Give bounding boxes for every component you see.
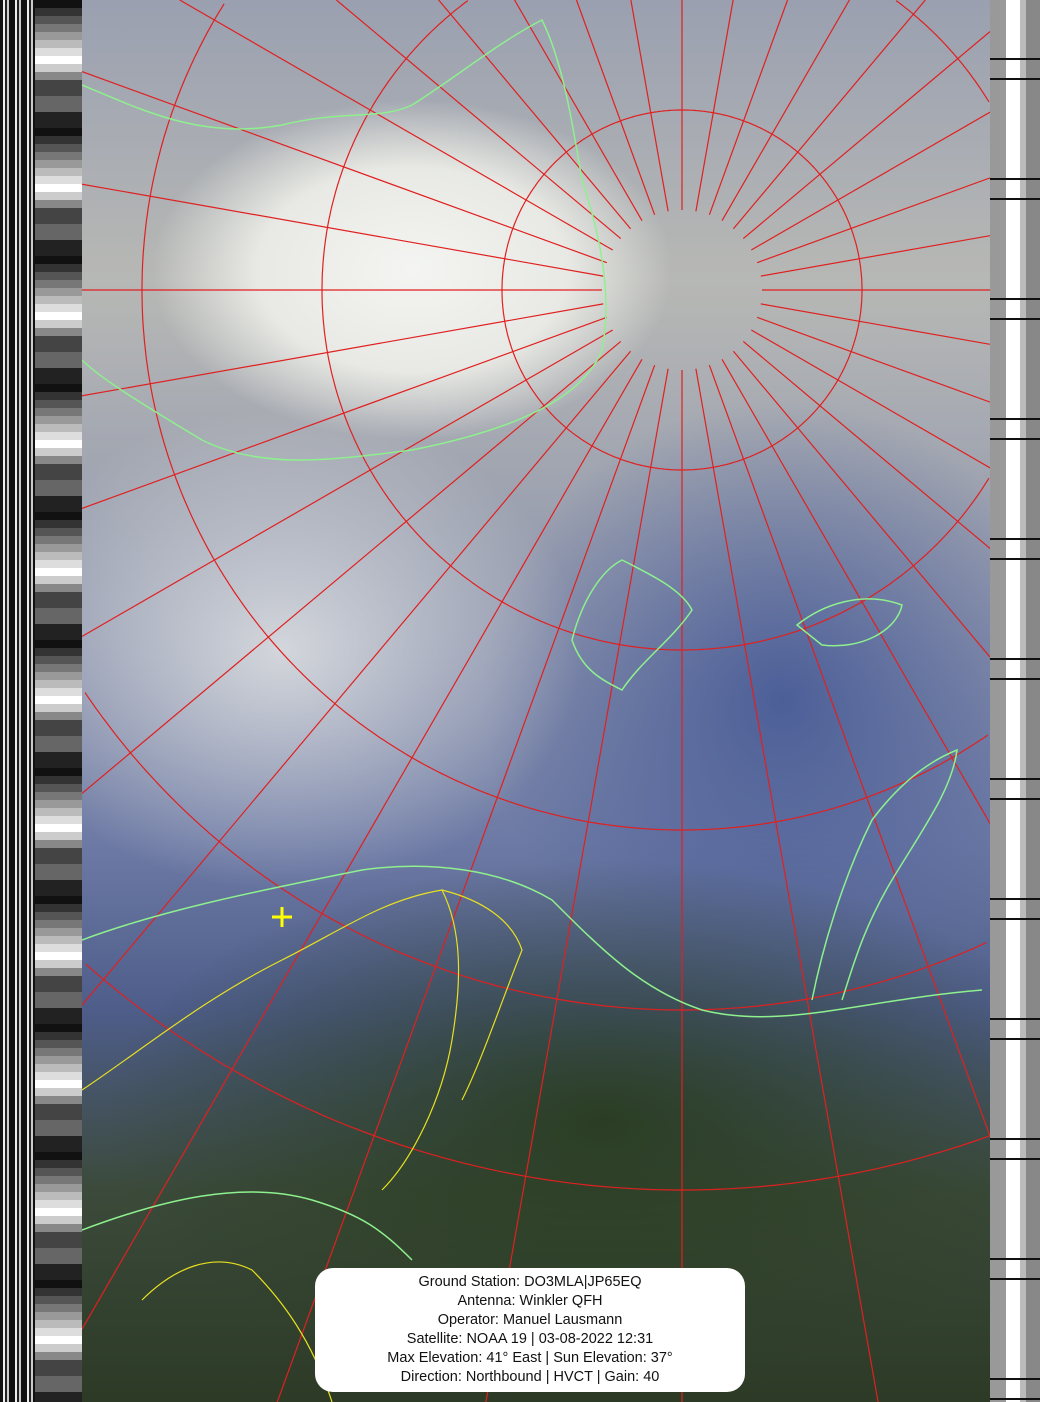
telemetry-tick [990, 918, 1040, 920]
meridian-line [82, 316, 608, 509]
operator-text: Operator: Manuel Lausmann [437, 1312, 623, 1328]
telemetry-tick [990, 798, 1040, 800]
satellite-image [82, 0, 990, 1402]
ground-station-marker [272, 907, 292, 927]
lat-lon-grid [82, 0, 990, 1402]
telemetry-tick [990, 658, 1040, 660]
latitude-circle [85, 963, 990, 1191]
meridian-line [82, 358, 643, 1330]
telemetry-tick [990, 318, 1040, 320]
telemetry-tick [990, 198, 1040, 200]
telemetry-tick [990, 1158, 1040, 1160]
telemetry-tick [990, 678, 1040, 680]
coastlines [82, 18, 983, 1261]
meridian-line [756, 316, 990, 403]
telemetry-tick [990, 438, 1040, 440]
telemetry-tick [990, 1278, 1040, 1280]
telemetry-tick [990, 418, 1040, 420]
novaya-zemlya-coastline [811, 748, 958, 1001]
baltic-coastline [82, 1191, 413, 1261]
meridian-line [82, 350, 632, 1006]
latitude-circle [84, 692, 987, 1011]
meridian-line [742, 31, 990, 240]
elevation-text: Max Elevation: 41° East | Sun Elevation:… [387, 1350, 673, 1366]
telemetry-tick [990, 1038, 1040, 1040]
meridian-line [732, 350, 990, 658]
meridian-line [760, 303, 990, 345]
telemetry-wedges-right [990, 0, 1040, 1402]
meridian-line [750, 111, 990, 251]
telemetry-tick [990, 778, 1040, 780]
antenna-text: Antenna: Winkler QFH [457, 1293, 603, 1309]
meridian-line [82, 303, 604, 397]
meridian-line [695, 0, 734, 212]
meridian-line [708, 0, 789, 216]
meridian-line [760, 235, 990, 277]
meridian-line [750, 329, 990, 469]
telemetry-tick [990, 78, 1040, 80]
meridian-line [575, 0, 656, 216]
latitude-circle [895, 0, 990, 103]
telemetry-tick [990, 558, 1040, 560]
ground-station-text: Ground Station: DO3MLA|JP65EQ [418, 1274, 642, 1290]
telemetry-tick [990, 1378, 1040, 1380]
telemetry-tick [990, 1138, 1040, 1140]
meridian-line [82, 71, 608, 264]
telemetry-tick [990, 1398, 1040, 1400]
telemetry-tick [990, 898, 1040, 900]
telemetry-tick [990, 538, 1040, 540]
meridian-line [695, 368, 879, 1402]
meridian-line [756, 177, 990, 264]
meridian-line [82, 183, 604, 277]
telemetry-tick [990, 1258, 1040, 1260]
meridian-line [742, 340, 990, 549]
meridian-line [276, 364, 656, 1402]
telemetry-tick [990, 1018, 1040, 1020]
telemetry-tick [990, 298, 1040, 300]
svalbard-coastline [571, 559, 693, 691]
map-overlay [82, 0, 990, 1402]
sync-bar-strip [0, 0, 35, 1402]
telemetry-tick [990, 178, 1040, 180]
direction-text: Direction: Northbound | HVCT | Gain: 40 [400, 1369, 660, 1385]
telemetry-tick [990, 58, 1040, 60]
meridian-line [82, 329, 614, 637]
satellite-text: Satellite: NOAA 19 | 03-08-2022 12:31 [406, 1331, 654, 1347]
telemetry-wedges-left [35, 0, 82, 1402]
meridian-line [485, 368, 669, 1402]
franz-josef-coastline [795, 598, 903, 647]
meridian-line [630, 0, 669, 212]
pass-info-box: Ground Station: DO3MLA|JP65EQ Antenna: W… [315, 1268, 745, 1392]
meridian-line [336, 0, 622, 240]
greenland-coastline [82, 18, 607, 461]
